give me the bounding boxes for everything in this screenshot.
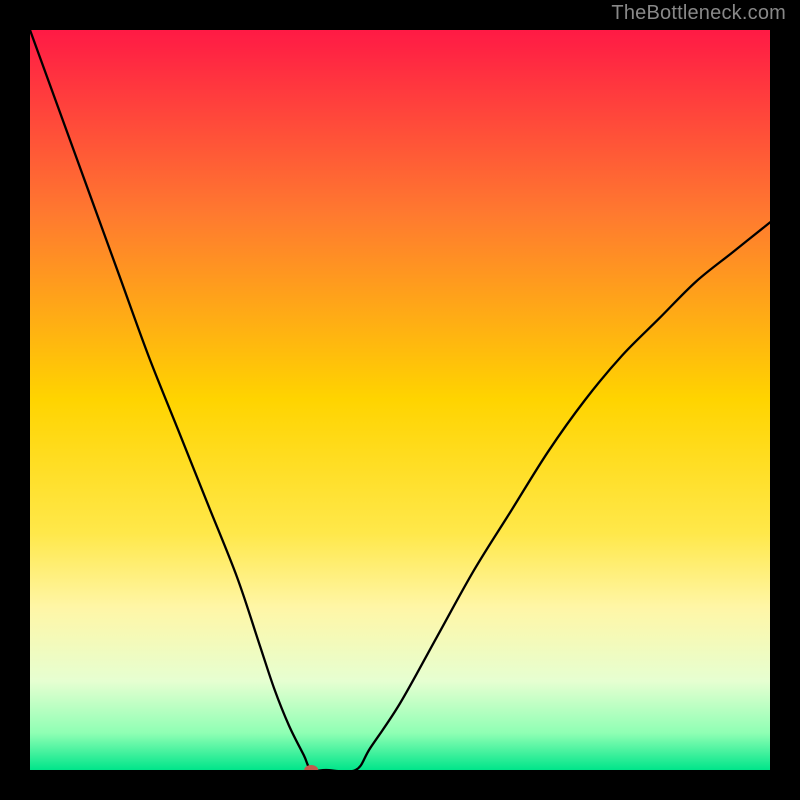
watermark-text: TheBottleneck.com	[611, 2, 786, 25]
gradient-background	[30, 30, 770, 770]
plot-area	[30, 30, 770, 770]
chart-frame: TheBottleneck.com	[0, 0, 800, 800]
chart-svg	[30, 30, 770, 770]
